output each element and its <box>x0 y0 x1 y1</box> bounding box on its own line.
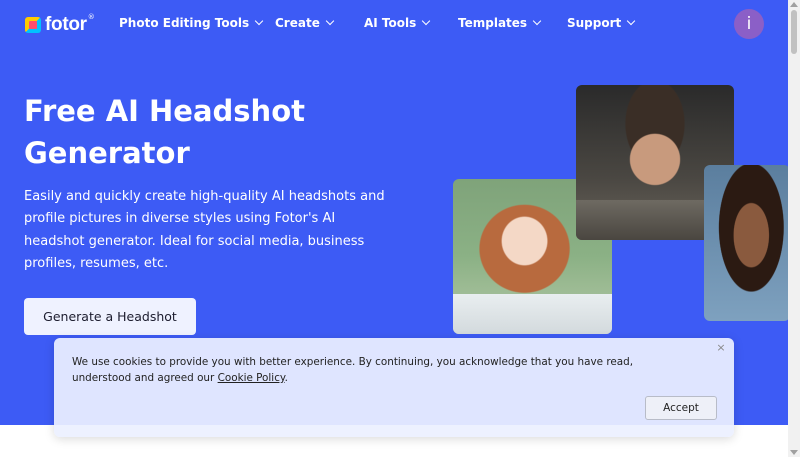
page: fotor ® Photo Editing Tools Create AI To… <box>0 0 800 457</box>
nav-photo-editing-tools[interactable]: Photo Editing Tools <box>119 16 264 30</box>
nav-create[interactable]: Create <box>275 16 335 30</box>
headshot-sample-woman-right <box>704 165 790 321</box>
scrollbar-thumb[interactable] <box>791 10 797 54</box>
registered-mark: ® <box>87 13 95 21</box>
nav-ai-tools[interactable]: AI Tools <box>364 16 431 30</box>
logo-text: fotor <box>45 14 87 35</box>
hero-description: Easily and quickly create high-quality A… <box>24 189 385 271</box>
cookie-banner: We use cookies to provide you with bette… <box>54 338 734 437</box>
scroll-down-icon[interactable] <box>790 450 798 455</box>
chevron-down-icon <box>627 16 636 26</box>
chevron-down-icon <box>325 16 335 26</box>
chevron-down-icon <box>422 16 431 26</box>
top-navigation: fotor ® Photo Editing Tools Create AI To… <box>0 0 788 48</box>
nav-label: Support <box>567 16 622 30</box>
nav-label: Create <box>275 16 320 30</box>
chevron-down-icon <box>254 16 264 26</box>
nav-label: Templates <box>458 16 528 30</box>
page-scrollbar[interactable] <box>788 0 800 457</box>
scroll-up-icon[interactable] <box>790 2 798 7</box>
cookie-message: We use cookies to provide you with bette… <box>72 354 692 386</box>
cookie-text-end: . <box>284 372 288 384</box>
photo-detail <box>453 293 612 334</box>
chevron-down-icon <box>532 16 542 26</box>
nav-label: AI Tools <box>364 16 417 30</box>
fotor-logo[interactable]: fotor ® <box>25 13 95 36</box>
fotor-logo-icon <box>25 17 41 33</box>
accept-cookies-button[interactable]: Accept <box>645 396 717 420</box>
cookie-text-start: We use cookies to provide you with bette… <box>72 356 634 384</box>
generate-headshot-button[interactable]: Generate a Headshot <box>24 298 196 335</box>
nav-templates[interactable]: Templates <box>458 16 542 30</box>
nav-support[interactable]: Support <box>567 16 636 30</box>
cookie-policy-link[interactable]: Cookie Policy <box>218 372 285 384</box>
nav-label: Photo Editing Tools <box>119 16 250 30</box>
close-icon[interactable]: × <box>714 341 728 355</box>
user-avatar[interactable]: i <box>734 9 764 39</box>
title-line-1: Free AI Headshot <box>24 94 305 128</box>
title-line-2: Generator <box>24 136 190 170</box>
page-title: Free AI Headshot Generator <box>24 90 354 174</box>
